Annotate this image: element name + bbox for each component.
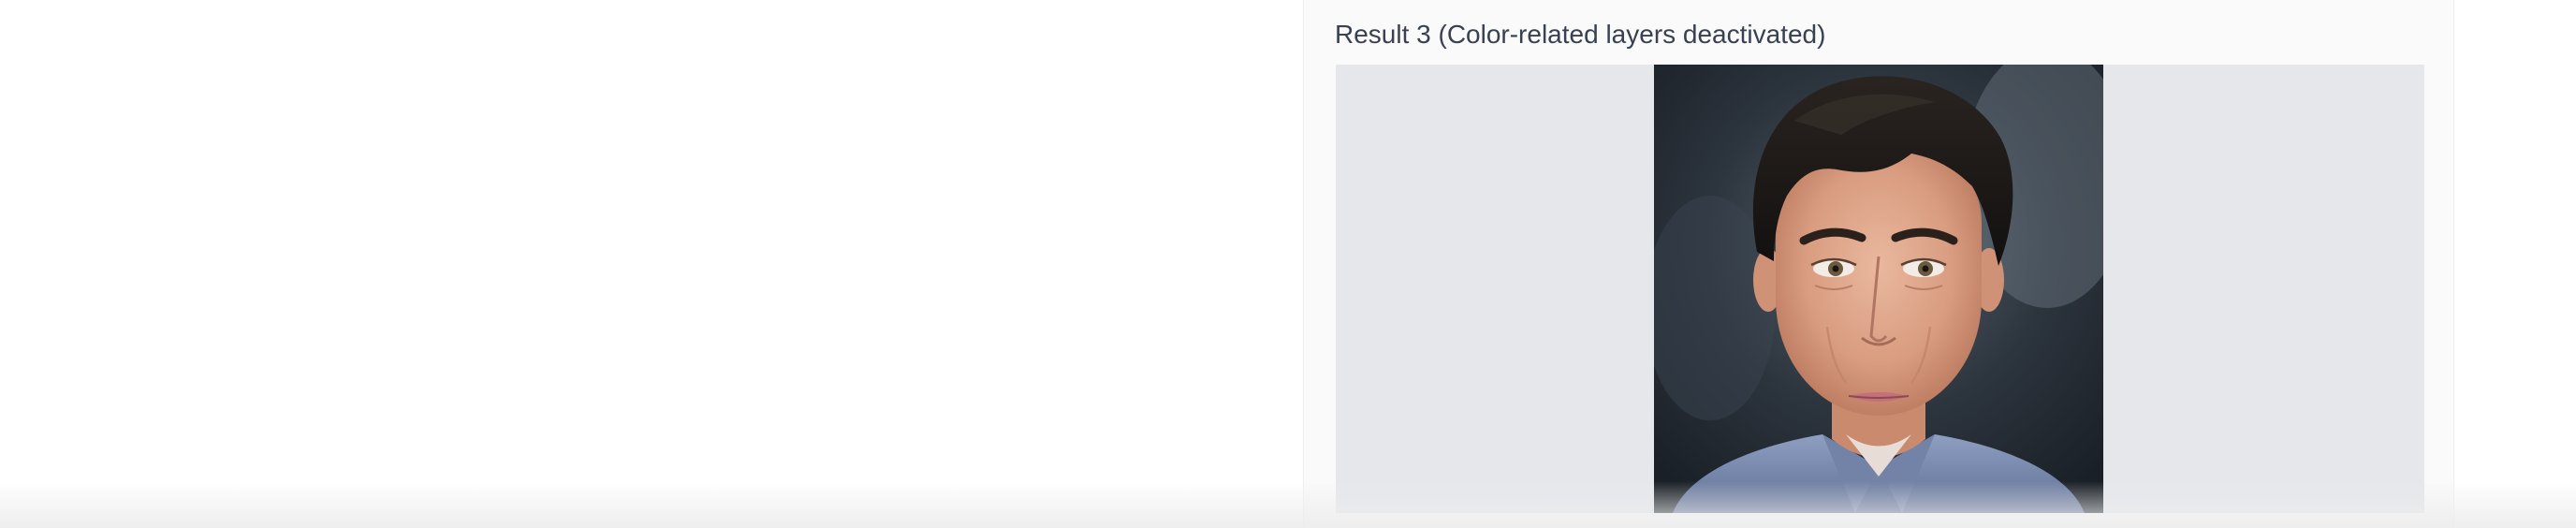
portrait-image: [1654, 65, 2103, 513]
page: Result 3 (Color-related layers deactivat…: [0, 0, 2576, 528]
result-label: Result 3 (Color-related layers deactivat…: [1335, 20, 1826, 49]
result-image-frame: [1336, 65, 2424, 513]
